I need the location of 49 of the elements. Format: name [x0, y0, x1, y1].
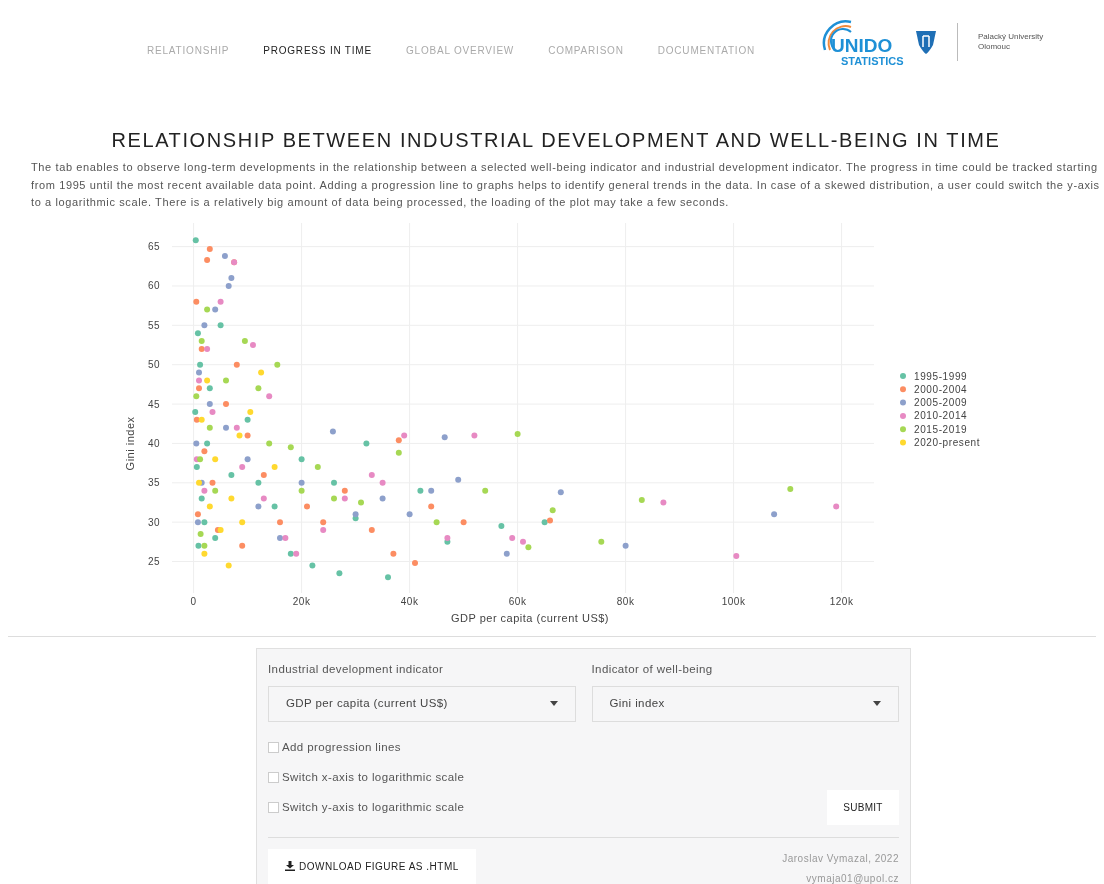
y-tick-label: 45 [147, 398, 160, 410]
y-tick-label: 40 [147, 437, 160, 449]
x-tick-label: 80k [616, 595, 635, 607]
y-tick-label: 25 [147, 555, 160, 567]
shield-icon [915, 29, 937, 55]
download-icon [285, 861, 295, 871]
dropdown[interactable]: GDP per capita (current US$) [268, 685, 576, 722]
checkbox-label: Switch x-axis to logarithmic scale [282, 770, 465, 785]
checkbox[interactable] [268, 741, 279, 753]
university-name: Palacký University [978, 32, 1044, 42]
dropdown[interactable]: Gini index [591, 685, 899, 722]
y-tick-label: 30 [147, 516, 160, 528]
legend-label[interactable]: 2010-2014 [914, 409, 968, 421]
y-tick-label: 50 [147, 358, 160, 370]
checkbox-label: Switch y-axis to logarithmic scale [282, 800, 465, 816]
y-tick-label: 60 [147, 280, 160, 291]
x-axis-title: GDP per capita (current US$) [450, 611, 610, 624]
x-tick-label: 100k [721, 595, 746, 607]
field-label: Industrial development indicator [268, 661, 445, 677]
author-credit: Jaroslav Vymazal, 2022 [782, 851, 899, 866]
legend-label[interactable]: 1995-1999 [914, 370, 968, 381]
download-button[interactable]: DOWNLOAD FIGURE AS .HTML [268, 848, 476, 884]
y-tick-label: 65 [147, 240, 160, 252]
legend-label[interactable]: 2020-present [914, 436, 981, 448]
page-title: RELATIONSHIP BETWEEN INDUSTRIAL DEVELOPMENT AND WELL-BEING IN TIME [110, 128, 1002, 153]
y-axis-title: Gini index [124, 415, 136, 470]
legend-label[interactable]: 2005-2009 [914, 396, 968, 408]
x-tick-label: 120k [829, 595, 854, 607]
y-tick-label: 35 [147, 476, 160, 488]
checkbox-label: Add progression lines [282, 739, 401, 755]
submit-button[interactable]: SUBMIT [827, 789, 899, 825]
x-tick-label: 60k [508, 595, 527, 607]
description: The tab enables to observe long-term developments in the relationship between a selected well-being indicator and industrial development indicator. The progress in time could be tracked starting from 1995 until the most recent available data point. Adding a progression line to graphs helps to identify general trends in the data. In case of a skewed distribution, a user could switch the y-axis to a logarithmic scale. There is a relatively big amount of data being processed, the loading of the plot may take a few seconds. [31, 160, 1101, 210]
caret-icon [873, 701, 881, 707]
x-tick-label: 20k [292, 595, 311, 607]
field-label: Indicator of well-being [591, 661, 714, 677]
checkbox[interactable] [268, 772, 279, 784]
checkbox[interactable] [268, 802, 279, 814]
x-tick-label: 0 [190, 595, 197, 607]
y-tick-label: 55 [147, 319, 160, 331]
logo-subtitle: STATISTICS [840, 55, 903, 68]
logo-title: UNIDO [830, 36, 894, 55]
author-email: vymaja01@upol.cz [806, 871, 899, 884]
caret-icon [549, 701, 558, 707]
legend-label[interactable]: 2000-2004 [914, 383, 968, 395]
legend-label[interactable]: 2015-2019 [914, 423, 968, 435]
university-city: Olomouc [978, 42, 1011, 52]
x-tick-label: 40k [400, 595, 419, 607]
nav-tab[interactable]: PROGRESS IN TIME [263, 42, 372, 58]
